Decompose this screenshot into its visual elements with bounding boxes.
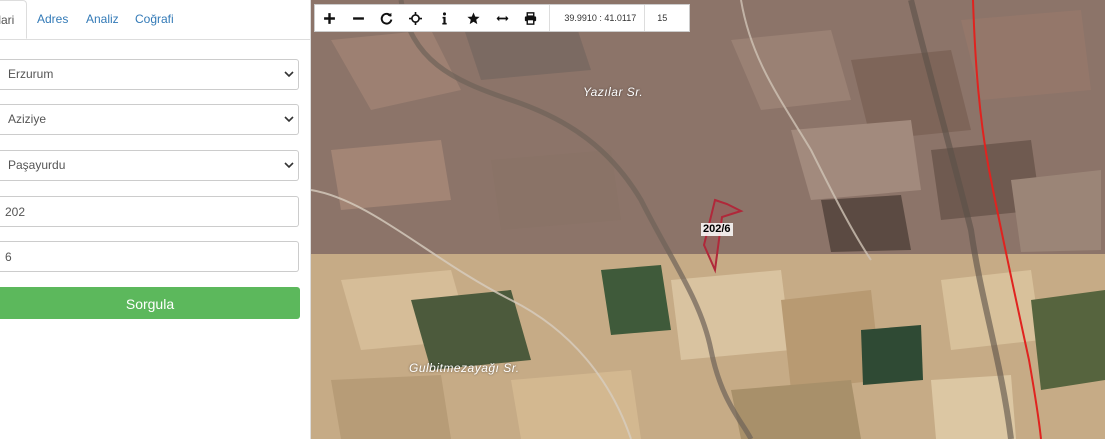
place-label-yazilar: Yazılar Sr. [583,85,644,99]
refresh-icon [381,12,393,25]
locate-icon [409,11,423,25]
province-select[interactable]: Erzurum [0,59,299,90]
print-icon [525,11,537,25]
map-toolbar: 39.9910 : 41.0117 15 [314,4,690,32]
province-select-value: Erzurum [8,67,54,81]
measure-button[interactable] [488,5,517,31]
neighborhood-select-value: Paşayurdu [8,158,66,172]
tab-idari[interactable]: İdari [0,0,27,39]
favorite-button[interactable] [459,5,488,31]
info-icon [442,11,447,24]
coordinate-readout: 39.9910 : 41.0117 [549,5,644,31]
info-button[interactable] [430,5,459,31]
place-label-gulbitmezayagi: Gulbitmezayağı Sr. [409,361,520,375]
parcel-label: 202/6 [701,223,733,236]
district-select[interactable]: Aziziye [0,104,299,135]
tab-analiz[interactable]: Analiz [86,0,119,39]
chevron-down-icon [284,116,294,123]
tab-adres[interactable]: Adres [37,0,68,39]
zoom-in-button[interactable] [315,5,344,31]
zoom-out-button[interactable] [344,5,373,31]
print-button[interactable] [517,5,546,31]
star-icon [467,12,480,24]
query-button[interactable]: Sorgula [0,287,300,319]
satellite-map[interactable]: Yazılar Sr. Gulbitmezayağı Sr. 202/6 39.… [311,0,1105,439]
block-number-input[interactable] [0,196,299,227]
parcel-number-input[interactable] [0,241,299,272]
query-panel: İdari Adres Analiz Coğrafi Erzurum Azizi… [0,0,311,439]
tab-bar: İdari Adres Analiz Coğrafi [0,0,310,40]
district-select-value: Aziziye [8,112,47,126]
neighborhood-select[interactable]: Paşayurdu [0,150,299,181]
zoom-out-icon [352,16,364,20]
zoom-level-readout: 15 [644,5,689,31]
chevron-down-icon [284,162,294,169]
measure-icon [496,15,509,21]
zoom-in-icon [323,12,335,24]
locate-button[interactable] [401,5,430,31]
tab-cografi[interactable]: Coğrafi [135,0,174,39]
chevron-down-icon [284,71,294,78]
refresh-button[interactable] [373,5,402,31]
